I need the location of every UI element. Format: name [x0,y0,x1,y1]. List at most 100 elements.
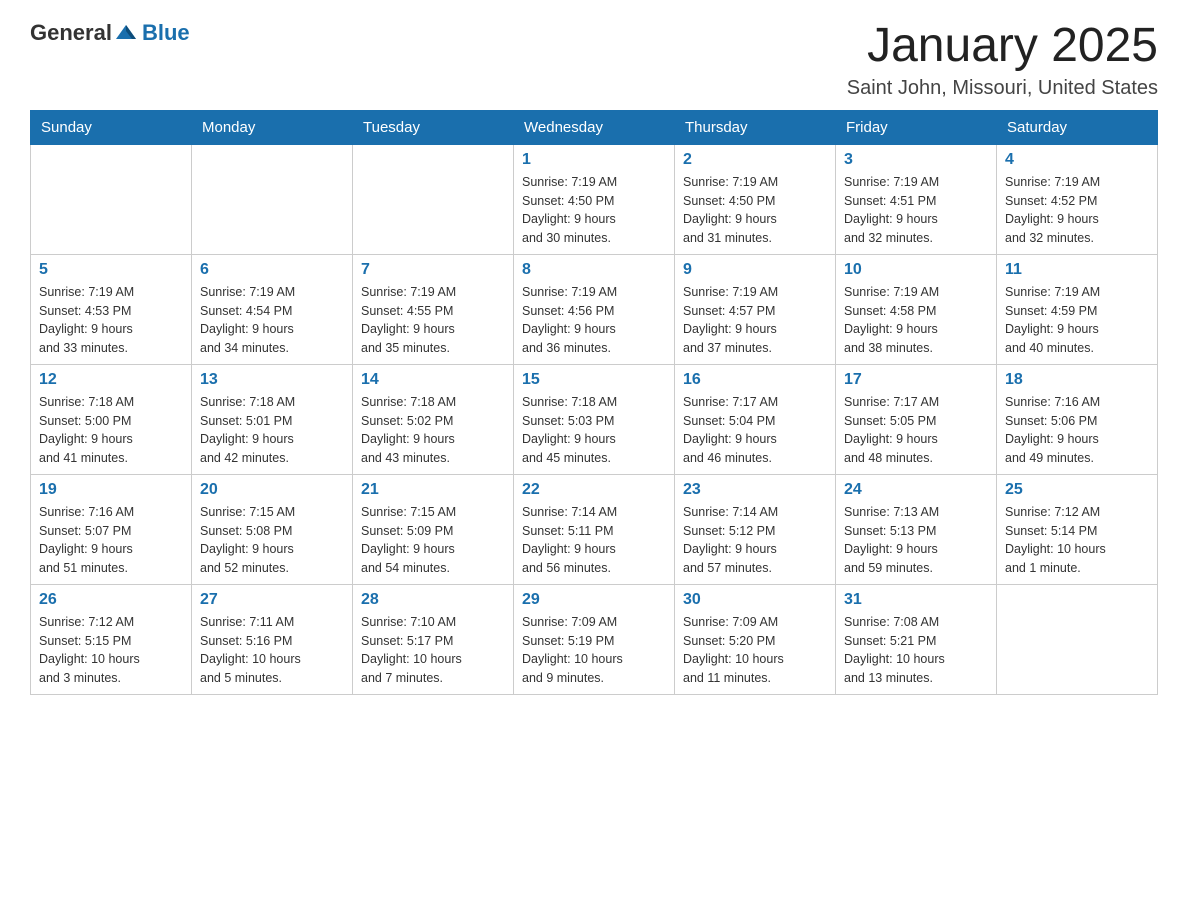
day-info: Sunrise: 7:09 AM Sunset: 5:19 PM Dayligh… [522,613,666,688]
calendar-week-3: 12 Sunrise: 7:18 AM Sunset: 5:00 PM Dayli… [31,364,1158,474]
day-number: 25 [1005,481,1149,499]
weekday-header-wednesday: Wednesday [514,110,675,144]
day-info: Sunrise: 7:19 AM Sunset: 4:53 PM Dayligh… [39,283,183,358]
calendar-cell: 21 Sunrise: 7:15 AM Sunset: 5:09 PM Dayli… [353,474,514,584]
weekday-header-monday: Monday [192,110,353,144]
day-info: Sunrise: 7:18 AM Sunset: 5:00 PM Dayligh… [39,393,183,468]
day-number: 7 [361,261,505,279]
day-number: 29 [522,591,666,609]
weekday-header-sunday: Sunday [31,110,192,144]
day-number: 4 [1005,151,1149,169]
calendar-week-2: 5 Sunrise: 7:19 AM Sunset: 4:53 PM Daylig… [31,254,1158,364]
day-info: Sunrise: 7:08 AM Sunset: 5:21 PM Dayligh… [844,613,988,688]
day-number: 10 [844,261,988,279]
day-info: Sunrise: 7:19 AM Sunset: 4:50 PM Dayligh… [522,173,666,248]
calendar-cell [997,584,1158,694]
calendar-cell: 23 Sunrise: 7:14 AM Sunset: 5:12 PM Dayli… [675,474,836,584]
day-info: Sunrise: 7:11 AM Sunset: 5:16 PM Dayligh… [200,613,344,688]
day-info: Sunrise: 7:19 AM Sunset: 4:50 PM Dayligh… [683,173,827,248]
calendar-cell: 26 Sunrise: 7:12 AM Sunset: 5:15 PM Dayli… [31,584,192,694]
calendar-header: SundayMondayTuesdayWednesdayThursdayFrid… [31,110,1158,144]
day-info: Sunrise: 7:10 AM Sunset: 5:17 PM Dayligh… [361,613,505,688]
weekday-header-thursday: Thursday [675,110,836,144]
calendar-cell: 9 Sunrise: 7:19 AM Sunset: 4:57 PM Daylig… [675,254,836,364]
calendar-cell: 1 Sunrise: 7:19 AM Sunset: 4:50 PM Daylig… [514,144,675,254]
calendar-cell: 2 Sunrise: 7:19 AM Sunset: 4:50 PM Daylig… [675,144,836,254]
calendar-cell: 19 Sunrise: 7:16 AM Sunset: 5:07 PM Dayli… [31,474,192,584]
day-info: Sunrise: 7:15 AM Sunset: 5:09 PM Dayligh… [361,503,505,578]
day-info: Sunrise: 7:18 AM Sunset: 5:03 PM Dayligh… [522,393,666,468]
day-info: Sunrise: 7:13 AM Sunset: 5:13 PM Dayligh… [844,503,988,578]
day-number: 13 [200,371,344,389]
day-info: Sunrise: 7:19 AM Sunset: 4:59 PM Dayligh… [1005,283,1149,358]
day-number: 21 [361,481,505,499]
weekday-header-tuesday: Tuesday [353,110,514,144]
calendar-cell: 29 Sunrise: 7:09 AM Sunset: 5:19 PM Dayli… [514,584,675,694]
day-info: Sunrise: 7:16 AM Sunset: 5:06 PM Dayligh… [1005,393,1149,468]
day-info: Sunrise: 7:19 AM Sunset: 4:56 PM Dayligh… [522,283,666,358]
day-info: Sunrise: 7:18 AM Sunset: 5:02 PM Dayligh… [361,393,505,468]
day-number: 31 [844,591,988,609]
day-number: 23 [683,481,827,499]
calendar-cell: 4 Sunrise: 7:19 AM Sunset: 4:52 PM Daylig… [997,144,1158,254]
calendar-cell: 17Sunrise: 7:17 AM Sunset: 5:05 PM Dayli… [836,364,997,474]
day-info: Sunrise: 7:19 AM Sunset: 4:54 PM Dayligh… [200,283,344,358]
day-info: Sunrise: 7:19 AM Sunset: 4:51 PM Dayligh… [844,173,988,248]
calendar-title: January 2025 [847,20,1158,73]
day-number: 30 [683,591,827,609]
calendar-cell [353,144,514,254]
calendar-subtitle: Saint John, Missouri, United States [847,77,1158,100]
day-number: 9 [683,261,827,279]
calendar-cell: 12 Sunrise: 7:18 AM Sunset: 5:00 PM Dayli… [31,364,192,474]
calendar-body: 1 Sunrise: 7:19 AM Sunset: 4:50 PM Daylig… [31,144,1158,694]
day-number: 19 [39,481,183,499]
day-number: 2 [683,151,827,169]
calendar-cell [192,144,353,254]
weekday-header-friday: Friday [836,110,997,144]
weekday-header-saturday: Saturday [997,110,1158,144]
day-number: 26 [39,591,183,609]
day-number: 24 [844,481,988,499]
day-info: Sunrise: 7:19 AM Sunset: 4:57 PM Dayligh… [683,283,827,358]
logo-text-general: General [30,20,112,46]
day-number: 11 [1005,261,1149,279]
calendar-week-5: 26 Sunrise: 7:12 AM Sunset: 5:15 PM Dayli… [31,584,1158,694]
day-info: Sunrise: 7:14 AM Sunset: 5:11 PM Dayligh… [522,503,666,578]
day-info: Sunrise: 7:09 AM Sunset: 5:20 PM Dayligh… [683,613,827,688]
calendar-cell: 6Sunrise: 7:19 AM Sunset: 4:54 PM Daylig… [192,254,353,364]
day-number: 18 [1005,371,1149,389]
calendar-cell: 5 Sunrise: 7:19 AM Sunset: 4:53 PM Daylig… [31,254,192,364]
day-info: Sunrise: 7:17 AM Sunset: 5:04 PM Dayligh… [683,393,827,468]
calendar-cell: 3 Sunrise: 7:19 AM Sunset: 4:51 PM Daylig… [836,144,997,254]
day-number: 12 [39,371,183,389]
calendar-cell: 14Sunrise: 7:18 AM Sunset: 5:02 PM Dayli… [353,364,514,474]
day-info: Sunrise: 7:16 AM Sunset: 5:07 PM Dayligh… [39,503,183,578]
day-info: Sunrise: 7:15 AM Sunset: 5:08 PM Dayligh… [200,503,344,578]
calendar-cell: 24 Sunrise: 7:13 AM Sunset: 5:13 PM Dayli… [836,474,997,584]
day-info: Sunrise: 7:14 AM Sunset: 5:12 PM Dayligh… [683,503,827,578]
day-number: 16 [683,371,827,389]
page-header: General Blue January 2025 Saint John, Mi… [30,20,1158,100]
day-number: 8 [522,261,666,279]
day-number: 20 [200,481,344,499]
calendar-cell [31,144,192,254]
calendar-cell: 30 Sunrise: 7:09 AM Sunset: 5:20 PM Dayli… [675,584,836,694]
day-info: Sunrise: 7:12 AM Sunset: 5:14 PM Dayligh… [1005,503,1149,578]
calendar-week-1: 1 Sunrise: 7:19 AM Sunset: 4:50 PM Daylig… [31,144,1158,254]
day-number: 5 [39,261,183,279]
day-info: Sunrise: 7:12 AM Sunset: 5:15 PM Dayligh… [39,613,183,688]
day-number: 3 [844,151,988,169]
day-info: Sunrise: 7:19 AM Sunset: 4:55 PM Dayligh… [361,283,505,358]
day-number: 1 [522,151,666,169]
calendar-cell: 18 Sunrise: 7:16 AM Sunset: 5:06 PM Dayli… [997,364,1158,474]
calendar-cell: 8 Sunrise: 7:19 AM Sunset: 4:56 PM Daylig… [514,254,675,364]
calendar-cell: 11 Sunrise: 7:19 AM Sunset: 4:59 PM Dayli… [997,254,1158,364]
title-block: January 2025 Saint John, Missouri, Unite… [847,20,1158,100]
calendar-cell: 20 Sunrise: 7:15 AM Sunset: 5:08 PM Dayli… [192,474,353,584]
day-info: Sunrise: 7:19 AM Sunset: 4:52 PM Dayligh… [1005,173,1149,248]
calendar-cell: 25 Sunrise: 7:12 AM Sunset: 5:14 PM Dayli… [997,474,1158,584]
calendar-cell: 27 Sunrise: 7:11 AM Sunset: 5:16 PM Dayli… [192,584,353,694]
weekday-header-row: SundayMondayTuesdayWednesdayThursdayFrid… [31,110,1158,144]
logo-text-blue: Blue [142,20,190,45]
day-number: 27 [200,591,344,609]
